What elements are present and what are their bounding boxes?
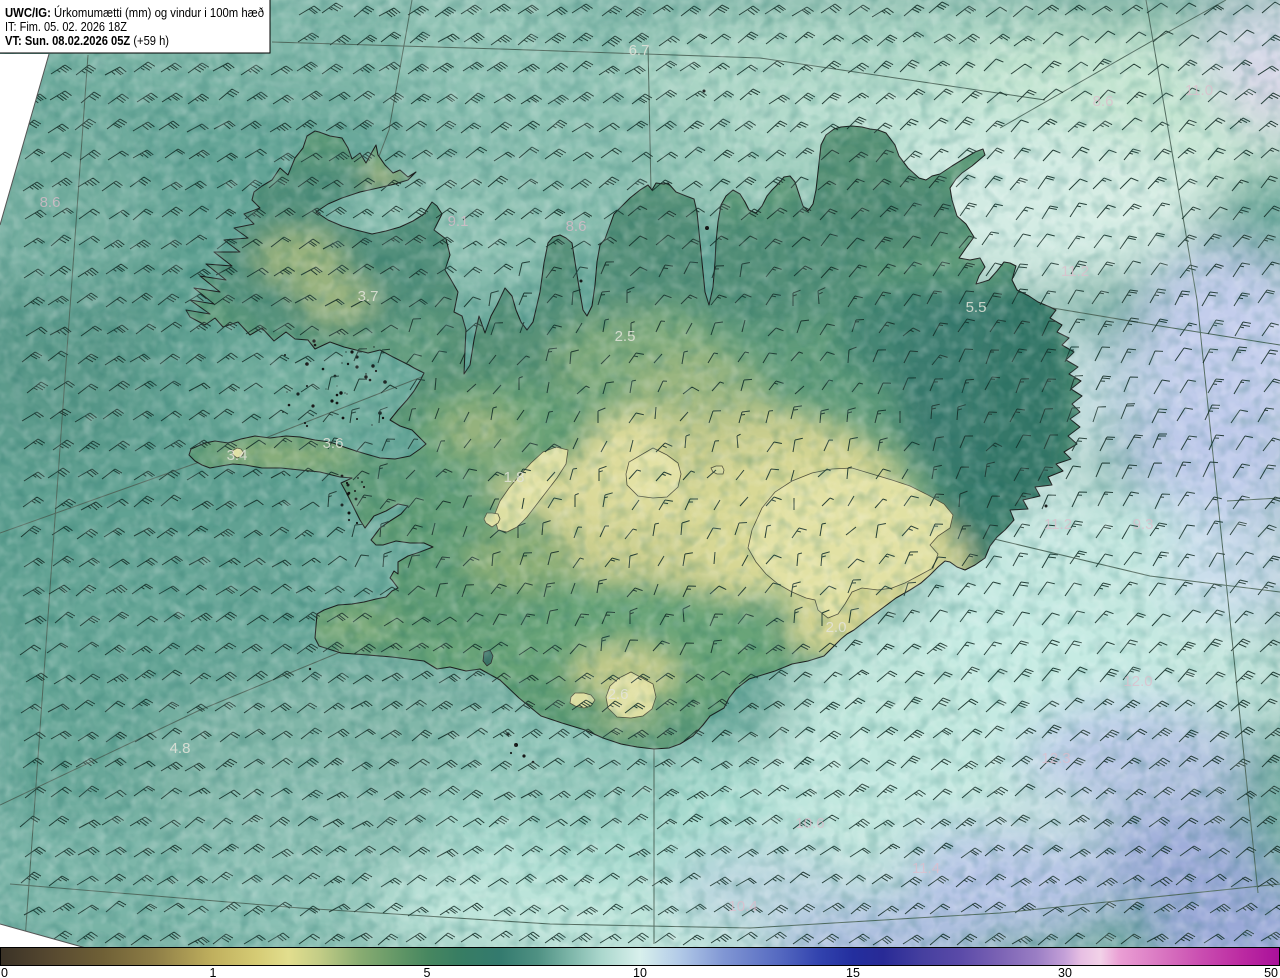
svg-text:2.0: 2.0 <box>826 619 847 636</box>
svg-text:10: 10 <box>633 966 647 978</box>
svg-text:4.8: 4.8 <box>170 740 191 757</box>
svg-text:2.6: 2.6 <box>608 686 629 703</box>
svg-text:11.2: 11.2 <box>1061 263 1089 280</box>
svg-text:50: 50 <box>1264 966 1278 978</box>
svg-text:IT: Fim. 05. 02. 2026 18Z: IT: Fim. 05. 02. 2026 18Z <box>5 19 127 34</box>
svg-text:5: 5 <box>424 966 431 978</box>
svg-text:30: 30 <box>1058 966 1072 978</box>
svg-text:10.6: 10.6 <box>795 815 824 832</box>
svg-text:12.0: 12.0 <box>1123 673 1152 690</box>
svg-text:11.4: 11.4 <box>912 860 940 877</box>
svg-text:1: 1 <box>210 966 217 978</box>
svg-text:3.7: 3.7 <box>358 288 379 305</box>
svg-text:9.1: 9.1 <box>448 213 469 230</box>
svg-text:8.6: 8.6 <box>40 194 61 211</box>
svg-text:11.0: 11.0 <box>1185 82 1213 99</box>
svg-text:9.3: 9.3 <box>1133 516 1154 533</box>
svg-text:2.5: 2.5 <box>615 328 636 345</box>
svg-text:3.4: 3.4 <box>227 447 248 464</box>
svg-text:11.2: 11.2 <box>1044 516 1072 533</box>
svg-text:10.4: 10.4 <box>728 898 757 915</box>
svg-text:0: 0 <box>1 966 8 978</box>
svg-text:3.6: 3.6 <box>323 435 344 452</box>
svg-text:8.6: 8.6 <box>566 218 587 235</box>
svg-text:1.8: 1.8 <box>504 469 525 486</box>
svg-text:6.7: 6.7 <box>629 42 650 59</box>
svg-text:8.6: 8.6 <box>1093 93 1114 110</box>
svg-text:12.3: 12.3 <box>1041 750 1070 767</box>
svg-text:15: 15 <box>846 966 860 978</box>
svg-text:5.5: 5.5 <box>966 299 987 316</box>
svg-text:VT: Sun. 08.02.2026 05Z (+59 h: VT: Sun. 08.02.2026 05Z (+59 h) <box>5 33 169 48</box>
svg-text:UWC/IG: Úrkomumætti (mm) og vi: UWC/IG: Úrkomumætti (mm) og vindur i 100… <box>5 5 264 20</box>
